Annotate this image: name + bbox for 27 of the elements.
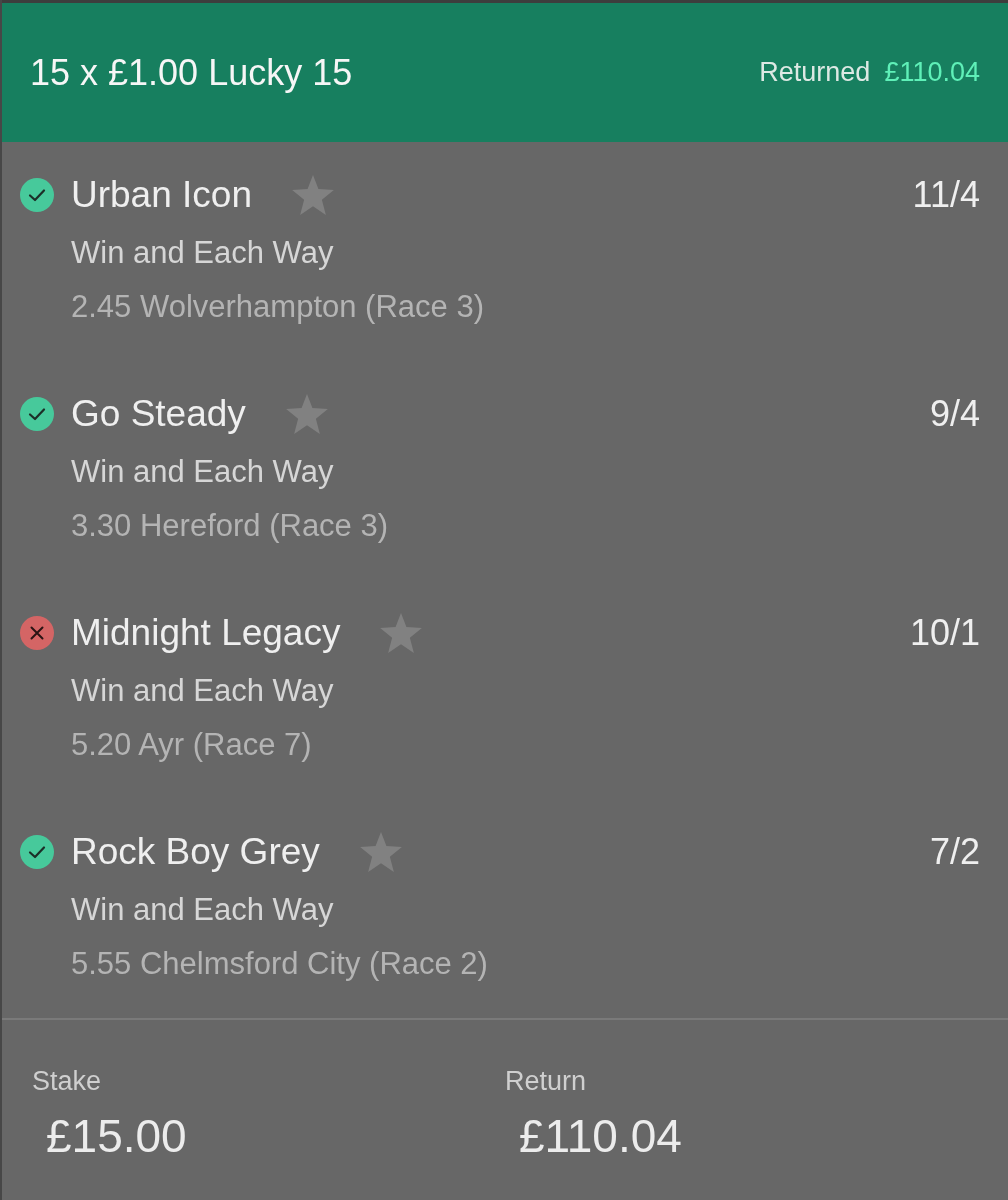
event-label: 2.45 Wolverhampton (Race 3) xyxy=(71,288,484,326)
summary-amount: £110.04 xyxy=(519,1110,682,1162)
event-label: 5.55 Chelmsford City (Race 2) xyxy=(71,945,488,983)
star-icon[interactable] xyxy=(380,613,423,653)
selection-odds: 11/4 xyxy=(912,173,980,217)
returned-amount: £110.04 xyxy=(884,57,980,88)
star-icon[interactable] xyxy=(285,394,328,434)
star-icon[interactable] xyxy=(292,175,334,215)
selection-name: Go Steady xyxy=(71,392,246,436)
event-label: 5.20 Ayr (Race 7) xyxy=(71,726,312,764)
selection-odds: 7/2 xyxy=(929,830,980,874)
summary-label: Stake xyxy=(32,1066,102,1096)
selection-odds: 9/4 xyxy=(929,392,980,436)
selection-name: Rock Boy Grey xyxy=(71,830,320,874)
bet-title: 15 x £1.00 Lucky 15 xyxy=(30,51,353,94)
market-label: Win and Each Way xyxy=(71,891,334,929)
selection-name: Urban Icon xyxy=(71,173,252,217)
market-label: Win and Each Way xyxy=(71,672,334,710)
selection-name: Midnight Legacy xyxy=(71,611,341,655)
summary-label: Return xyxy=(505,1066,587,1096)
market-label: Win and Each Way xyxy=(71,234,334,272)
event-label: 3.30 Hereford (Race 3) xyxy=(71,507,389,545)
selection-odds: 10/1 xyxy=(909,611,980,655)
returned-label: Returned xyxy=(759,57,871,88)
star-icon[interactable] xyxy=(359,832,402,872)
summary-amount: £15.00 xyxy=(46,1110,187,1162)
market-label: Win and Each Way xyxy=(71,453,334,491)
